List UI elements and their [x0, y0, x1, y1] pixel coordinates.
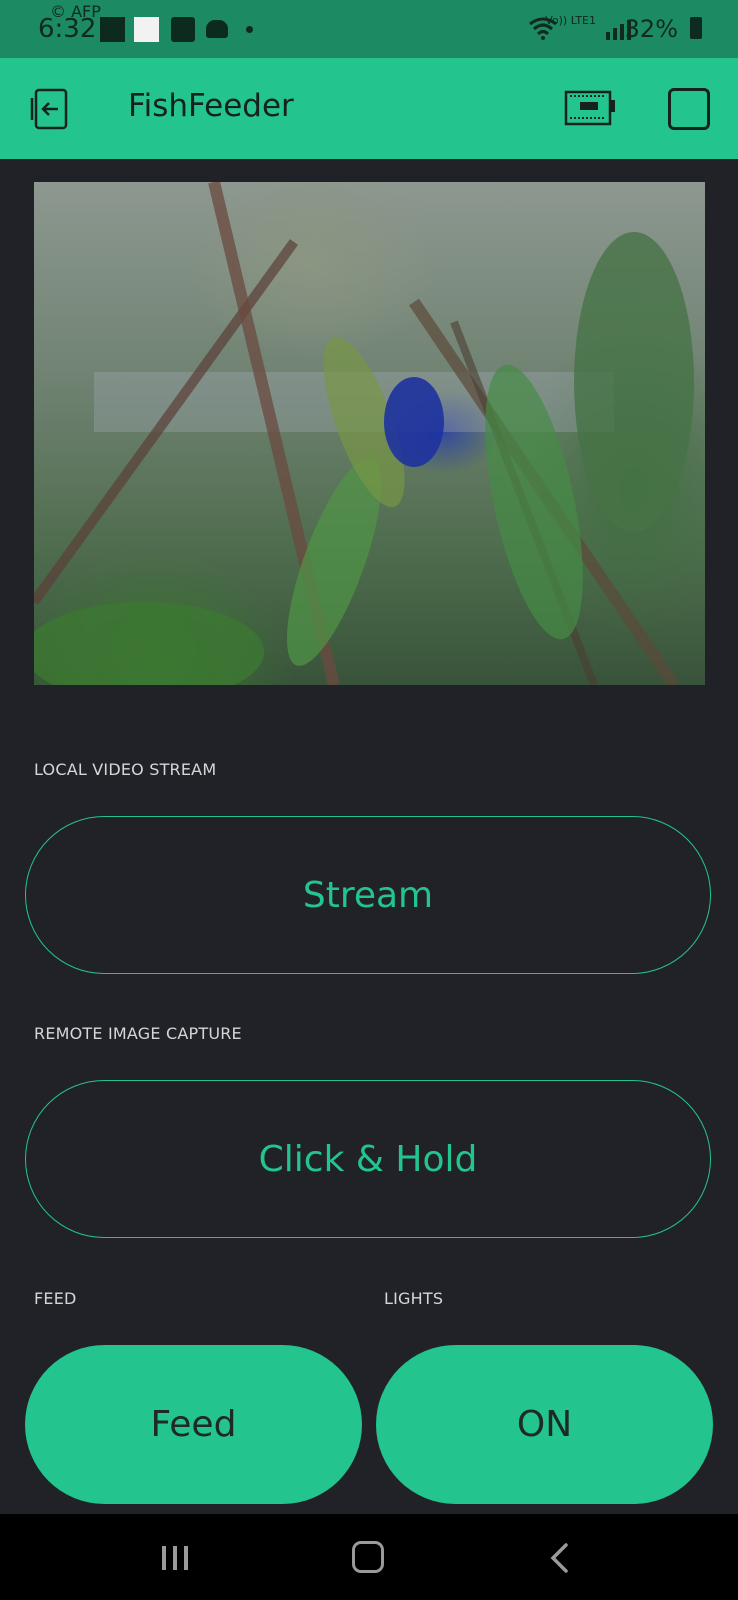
battery-percent: 32%	[624, 15, 678, 43]
app-bar: FishFeeder	[0, 58, 738, 159]
capture-label: REMOTE IMAGE CAPTURE	[34, 1024, 242, 1043]
feed-button[interactable]: Feed	[25, 1345, 362, 1504]
video-stream-label: LOCAL VIDEO STREAM	[34, 760, 217, 779]
lights-button[interactable]: ON	[376, 1345, 713, 1504]
square-icon[interactable]	[668, 88, 710, 130]
lights-label: LIGHTS	[384, 1289, 444, 1308]
video-stream-view[interactable]	[34, 182, 705, 685]
battery-icon	[690, 17, 702, 39]
more-notifications-icon	[246, 26, 253, 33]
recent-apps-icon[interactable]	[160, 1544, 190, 1572]
navigation-bar	[0, 1514, 738, 1600]
gallery-app-icon	[171, 17, 195, 42]
feed-label: FEED	[34, 1289, 77, 1308]
capture-button[interactable]: Click & Hold	[25, 1080, 711, 1238]
exit-icon[interactable]	[28, 86, 74, 132]
licious-app-icon	[134, 17, 159, 42]
status-bar: © AFP 6:32 Vo)) LTE1 32%	[0, 0, 738, 58]
status-time: 6:32	[38, 14, 97, 44]
aquarium-scene	[34, 182, 694, 685]
stream-button[interactable]: Stream	[25, 816, 711, 974]
device-board-icon[interactable]	[564, 88, 616, 128]
network-indicator: Vo)) LTE1	[545, 14, 596, 27]
car-app-icon	[206, 20, 228, 38]
back-chevron-icon[interactable]	[548, 1542, 570, 1574]
news-app-icon	[100, 17, 125, 42]
app-title: FishFeeder	[128, 88, 294, 124]
home-icon[interactable]	[352, 1541, 384, 1573]
